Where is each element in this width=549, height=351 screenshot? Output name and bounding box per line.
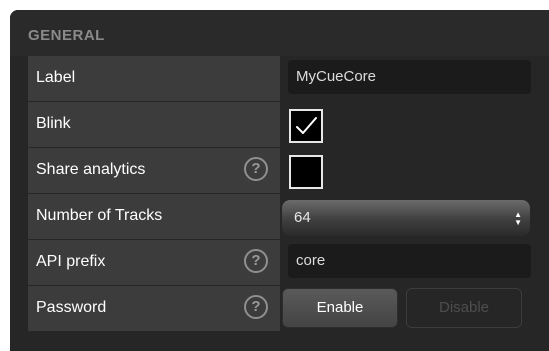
share-analytics-checkbox[interactable]: [289, 155, 323, 189]
row-share-analytics: Share analytics ?: [28, 148, 549, 194]
row-api-prefix: API prefix ? core: [28, 240, 549, 286]
value-cell: MyCueCore: [280, 56, 549, 102]
share-analytics-field-label: Share analytics: [36, 161, 146, 178]
row-number-of-tracks: Number of Tracks 64 ▲ ▼: [28, 194, 549, 240]
label-cell: Password ?: [28, 286, 280, 332]
label-cell: Label: [28, 56, 280, 102]
api-prefix-field-label: API prefix: [36, 253, 106, 270]
number-of-tracks-field-label: Number of Tracks: [36, 207, 163, 224]
select-value: 64: [294, 209, 311, 226]
label-field-label: Label: [36, 69, 76, 86]
value-cell: [280, 148, 549, 194]
value-cell: core: [280, 240, 549, 286]
select-caret-icon: ▲ ▼: [514, 210, 522, 227]
api-prefix-input[interactable]: core: [288, 244, 531, 278]
value-cell: [280, 102, 549, 148]
label-input[interactable]: MyCueCore: [288, 60, 531, 94]
number-of-tracks-select[interactable]: 64 ▲ ▼: [282, 200, 530, 236]
help-icon[interactable]: ?: [244, 295, 268, 319]
blink-checkbox[interactable]: [289, 109, 323, 143]
row-password: Password ? Enable Disable: [28, 286, 549, 332]
label-cell: Blink: [28, 102, 280, 148]
help-icon[interactable]: ?: [244, 157, 268, 181]
row-blink: Blink: [28, 102, 549, 148]
value-cell: 64 ▲ ▼: [280, 194, 549, 240]
label-cell: Number of Tracks: [28, 194, 280, 240]
password-enable-button[interactable]: Enable: [282, 288, 398, 328]
row-label: Label MyCueCore: [28, 56, 549, 102]
value-cell: Enable Disable: [280, 286, 549, 332]
password-field-label: Password: [36, 299, 107, 316]
blink-field-label: Blink: [36, 115, 71, 132]
password-disable-button[interactable]: Disable: [406, 288, 522, 328]
help-icon[interactable]: ?: [244, 249, 268, 273]
checkmark-icon: [296, 117, 317, 134]
section-header: GENERAL: [10, 10, 549, 56]
label-cell: API prefix ?: [28, 240, 280, 286]
label-cell: Share analytics ?: [28, 148, 280, 194]
general-settings-panel: GENERAL Label MyCueCore Blink Share anal…: [10, 10, 549, 351]
section-title: GENERAL: [28, 27, 105, 44]
